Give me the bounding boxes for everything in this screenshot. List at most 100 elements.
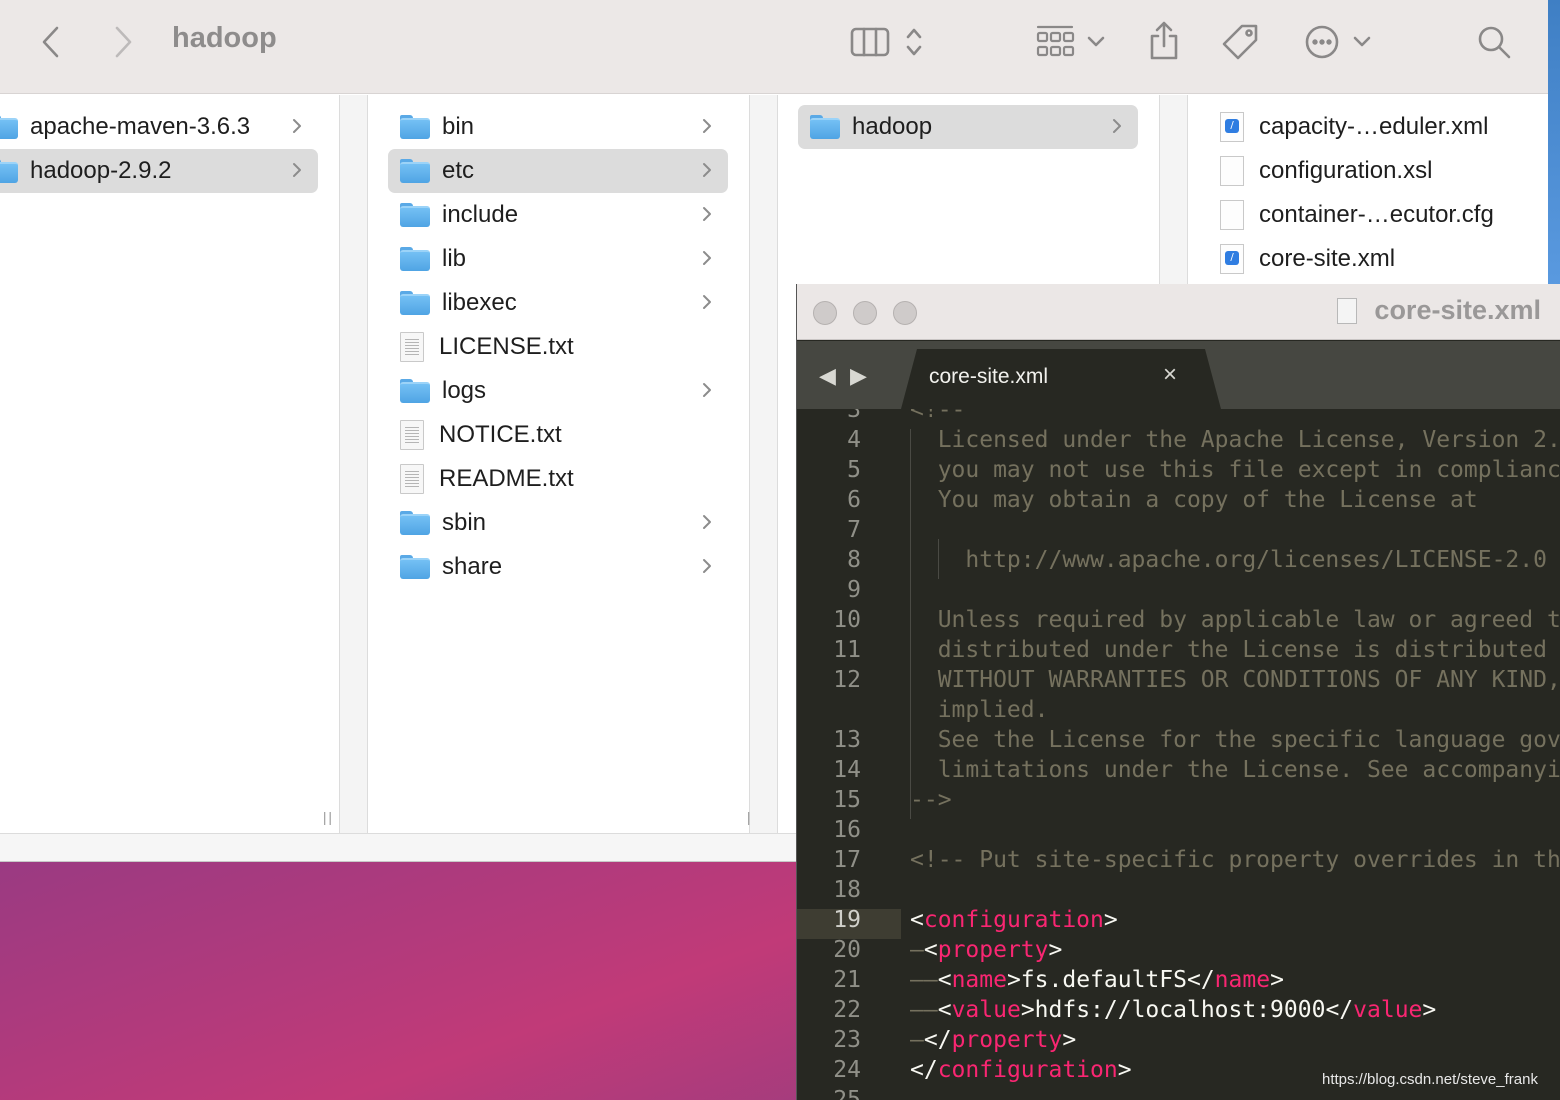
- tab-close-icon[interactable]: ×: [1163, 361, 1177, 389]
- tag-icon[interactable]: [1218, 20, 1262, 64]
- line-number: 17: [833, 847, 861, 873]
- sort-arrows-icon[interactable]: [900, 22, 928, 62]
- xml-tag-name: value: [951, 997, 1021, 1023]
- comment-text: ——: [910, 967, 938, 993]
- chevron-right-icon: [292, 161, 302, 184]
- file-row-hadoop-2-9-2[interactable]: hadoop-2.9.2: [0, 149, 318, 193]
- line-number: 21: [833, 967, 861, 993]
- code-line[interactable]: implied.: [910, 697, 1049, 723]
- xml-tag-name: configuration: [937, 1057, 1118, 1083]
- text-file-icon: [400, 332, 424, 362]
- file-row-readme-txt[interactable]: README.txt: [388, 457, 728, 501]
- line-number: 6: [847, 487, 861, 513]
- tab-label[interactable]: core-site.xml: [929, 365, 1048, 389]
- file-row-configuration-xsl[interactable]: configuration.xsl: [1208, 149, 1548, 193]
- file-row-sbin[interactable]: sbin: [388, 501, 728, 545]
- line-number: 18: [833, 877, 861, 903]
- code-line[interactable]: <configuration>: [910, 907, 1118, 933]
- code-line[interactable]: See the License for the specific languag…: [910, 727, 1560, 753]
- group-grid-icon[interactable]: [1032, 20, 1078, 64]
- code-line[interactable]: You may obtain a copy of the License at: [910, 487, 1478, 513]
- window-title: hadoop: [172, 22, 277, 54]
- comment-text: —: [910, 1027, 924, 1053]
- code-line[interactable]: ——<value>hdfs://localhost:9000</value>: [910, 997, 1436, 1023]
- chevron-left-icon[interactable]: [34, 22, 68, 62]
- file-name: apache-maven-3.6.3: [30, 113, 251, 140]
- column-resize-handle[interactable]: | |: [323, 809, 332, 825]
- minimize-window-button[interactable]: [853, 301, 877, 325]
- line-number: 14: [833, 757, 861, 783]
- line-number: 10: [833, 607, 861, 633]
- code-text: >: [1048, 937, 1063, 963]
- code-text: </: [910, 1057, 938, 1083]
- file-row-logs[interactable]: logs: [388, 369, 728, 413]
- code-line[interactable]: ——<name>fs.defaultFS</name>: [910, 967, 1284, 993]
- document-icon: [1337, 298, 1357, 324]
- file-row-notice-txt[interactable]: NOTICE.txt: [388, 413, 728, 457]
- line-number: 22: [833, 997, 861, 1023]
- comment-text: WITHOUT WARRANTIES OR CONDITIONS OF ANY …: [910, 667, 1560, 693]
- file-row-etc[interactable]: etc: [388, 149, 728, 193]
- code-line[interactable]: WITHOUT WARRANTIES OR CONDITIONS OF ANY …: [910, 667, 1560, 693]
- code-line[interactable]: <!-- Put site-specific property override…: [910, 847, 1560, 873]
- finder-toolbar: hadoop: [0, 0, 1548, 94]
- code-line[interactable]: Unless required by applicable law or agr…: [910, 607, 1560, 633]
- more-icon[interactable]: [1302, 22, 1342, 62]
- comment-text: You may obtain a copy of the License at: [910, 487, 1478, 513]
- text-file-icon: [400, 464, 424, 494]
- file-row-license-txt[interactable]: LICENSE.txt: [388, 325, 728, 369]
- line-number: 13: [833, 727, 861, 753]
- comment-text: Licensed under the Apache License, Versi…: [910, 427, 1560, 453]
- close-window-button[interactable]: [813, 301, 837, 325]
- zoom-window-button[interactable]: [893, 301, 917, 325]
- file-row-container-ecutor-cfg[interactable]: container-…ecutor.cfg: [1208, 193, 1548, 237]
- code-text: <: [910, 907, 924, 933]
- code-line[interactable]: </configuration>: [910, 1057, 1132, 1083]
- code-line[interactable]: http://www.apache.org/licenses/LICENSE-2…: [910, 547, 1547, 573]
- file-row-share[interactable]: share: [388, 545, 728, 589]
- code-line[interactable]: you may not use this file except in comp…: [910, 457, 1560, 483]
- file-row-lib[interactable]: lib: [388, 237, 728, 281]
- folder-icon: [400, 247, 430, 271]
- chevron-right-icon: [1112, 117, 1122, 140]
- xml-tag-name: name: [951, 967, 1007, 993]
- line-number: 24: [833, 1057, 861, 1083]
- code-line[interactable]: limitations under the License. See accom…: [910, 757, 1560, 783]
- file-row-libexec[interactable]: libexec: [388, 281, 728, 325]
- line-number: 3: [847, 409, 861, 423]
- column-view-icon[interactable]: [848, 22, 892, 62]
- file-name: etc: [442, 157, 475, 184]
- share-icon[interactable]: [1144, 18, 1184, 64]
- code-line[interactable]: —</property>: [910, 1027, 1076, 1053]
- file-row-capacity-eduler-xml[interactable]: / capacity-…eduler.xml: [1208, 105, 1548, 149]
- code-line[interactable]: Licensed under the Apache License, Versi…: [910, 427, 1560, 453]
- line-number: 25: [833, 1087, 861, 1100]
- chevron-right-icon: [702, 381, 712, 404]
- file-row-apache-maven-3-6-3[interactable]: apache-maven-3.6.3: [0, 105, 318, 149]
- xml-tag-name: configuration: [923, 907, 1104, 933]
- code-line[interactable]: —<property>: [910, 937, 1062, 963]
- line-number: 12: [833, 667, 861, 693]
- line-number: 19: [833, 907, 861, 933]
- file-row-hadoop[interactable]: hadoop: [798, 105, 1138, 149]
- document-icon: [1220, 156, 1244, 186]
- chevron-right-icon: [702, 117, 712, 140]
- chevron-right-icon: [702, 205, 712, 228]
- code-line[interactable]: <!--: [910, 409, 965, 423]
- comment-text: -->: [910, 787, 952, 813]
- code-line[interactable]: distributed under the License is distrib…: [910, 637, 1547, 663]
- code-area[interactable]: 3 <!-- 4 Licensed under the Apache License…: [797, 409, 1560, 1100]
- search-icon[interactable]: [1474, 22, 1514, 62]
- tab-nav-arrows-icon[interactable]: ◀ ▶: [819, 363, 871, 389]
- file-name: libexec: [442, 289, 517, 316]
- comment-text: <!-- Put site-specific property override…: [910, 847, 1560, 873]
- file-row-bin[interactable]: bin: [388, 105, 728, 149]
- chevron-down-icon[interactable]: [1084, 28, 1108, 56]
- file-name: capacity-…eduler.xml: [1259, 113, 1489, 140]
- chevron-right-icon[interactable]: [106, 22, 140, 62]
- file-row-core-site-xml[interactable]: / core-site.xml: [1208, 237, 1548, 281]
- column-gutter: [750, 95, 778, 833]
- file-row-include[interactable]: include: [388, 193, 728, 237]
- more-chevron-down-icon[interactable]: [1350, 28, 1374, 56]
- code-line[interactable]: -->: [910, 787, 952, 813]
